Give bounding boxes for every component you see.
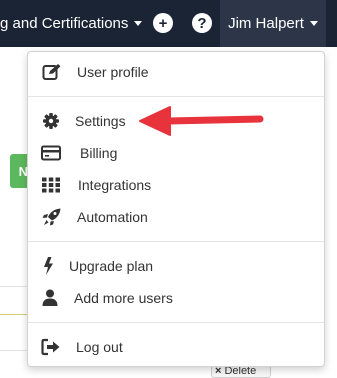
sign-out-icon (41, 338, 60, 356)
background-divider (0, 314, 30, 315)
grid-icon (42, 177, 60, 193)
credit-card-icon (41, 145, 61, 161)
edit-icon (42, 64, 61, 80)
menu-item-label: Automation (77, 209, 148, 225)
menu-item-automation[interactable]: Automation (28, 202, 324, 232)
menu-item-label: Log out (76, 339, 123, 355)
background-divider (0, 350, 30, 351)
menu-item-label: Upgrade plan (69, 258, 154, 274)
menu-divider (28, 322, 324, 323)
menu-item-log-out[interactable]: Log out (28, 332, 324, 362)
menu-divider (28, 241, 324, 242)
chevron-down-icon (309, 21, 318, 26)
bolt-icon (44, 257, 53, 275)
menu-item-label: User profile (77, 64, 149, 80)
menu-item-label: Integrations (78, 177, 152, 193)
background-divider (0, 286, 30, 287)
training-certifications-label: g and Certifications (0, 15, 129, 32)
question-circle-icon[interactable]: ? (192, 13, 212, 33)
user-menu-toggle[interactable]: Jim Halpert (220, 0, 326, 47)
user-icon (42, 289, 58, 306)
user-name: Jim Halpert (228, 15, 304, 32)
menu-divider (28, 96, 324, 97)
training-certifications-menu[interactable]: g and Certifications (0, 0, 143, 47)
menu-item-settings[interactable]: Settings (28, 106, 324, 136)
menu-item-integrations[interactable]: Integrations (28, 170, 324, 200)
menu-item-add-more-users[interactable]: Add more users (28, 283, 324, 313)
rocket-icon (42, 208, 61, 226)
menu-item-upgrade-plan[interactable]: Upgrade plan (28, 251, 324, 281)
menu-item-label: Add more users (74, 290, 173, 306)
menu-item-billing[interactable]: Billing (28, 138, 324, 168)
plus-circle-icon[interactable]: + (153, 13, 173, 33)
menu-item-label: Billing (80, 145, 118, 161)
chevron-down-icon (134, 21, 143, 26)
top-navbar: g and Certifications + ? Jim Halpert (0, 0, 337, 47)
gear-icon (43, 113, 59, 129)
user-dropdown-menu: User profile Settings Billing Integratio… (27, 51, 325, 367)
menu-item-label: Settings (75, 113, 126, 129)
menu-item-user-profile[interactable]: User profile (28, 57, 324, 87)
